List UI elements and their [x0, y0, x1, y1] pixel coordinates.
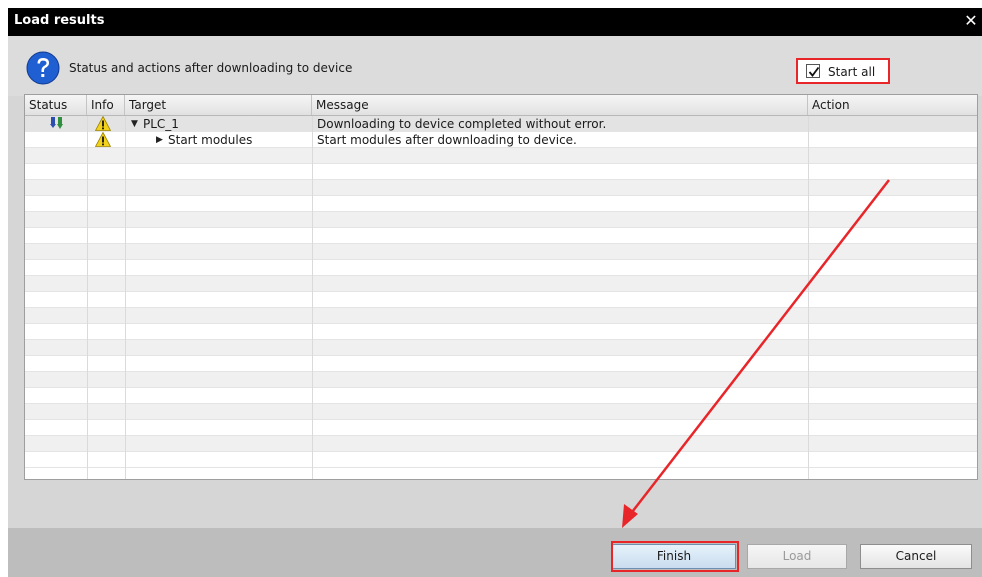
- load-button[interactable]: Load: [747, 544, 847, 569]
- empty-table-row: [25, 196, 977, 212]
- target-label: PLC_1: [143, 117, 179, 131]
- empty-table-row: [25, 388, 977, 404]
- dialog-title: Load results: [14, 13, 105, 28]
- empty-table-row: [25, 260, 977, 276]
- column-divider: [125, 116, 126, 479]
- column-header-status[interactable]: Status: [25, 95, 87, 115]
- empty-table-row: [25, 244, 977, 260]
- empty-table-row: [25, 164, 977, 180]
- start-all-checkbox[interactable]: [806, 64, 820, 78]
- empty-table-row: [25, 372, 977, 388]
- table-row[interactable]: ▼ PLC_1 Downloading to device completed …: [25, 116, 977, 132]
- empty-table-row: [25, 148, 977, 164]
- empty-table-row: [25, 292, 977, 308]
- cancel-button[interactable]: Cancel: [860, 544, 972, 569]
- column-divider: [87, 116, 88, 479]
- empty-table-row: [25, 228, 977, 244]
- empty-table-row: [25, 340, 977, 356]
- warning-icon: [95, 116, 111, 131]
- target-label: Start modules: [168, 133, 253, 147]
- finish-button[interactable]: Finish: [612, 544, 736, 569]
- message-text: Downloading to device completed without …: [317, 117, 607, 131]
- results-table: Status Info Target Message Action ▼ PLC_…: [24, 94, 978, 480]
- column-header-target[interactable]: Target: [125, 95, 312, 115]
- empty-table-row: [25, 420, 977, 436]
- load-results-dialog: Load results ✕ Status and actions after …: [8, 8, 982, 577]
- empty-table-row: [25, 404, 977, 420]
- download-icon: [50, 117, 63, 129]
- column-divider: [312, 116, 313, 479]
- start-all-label: Start all: [828, 65, 876, 79]
- title-bar: Load results ✕: [8, 8, 982, 36]
- question-icon: [26, 51, 60, 85]
- table-header: Status Info Target Message Action: [25, 95, 977, 116]
- dialog-footer: Finish Load Cancel: [8, 528, 982, 577]
- column-header-action[interactable]: Action: [808, 95, 977, 115]
- empty-table-row: [25, 324, 977, 340]
- expand-icon[interactable]: ▼: [131, 116, 138, 132]
- table-row[interactable]: ▶ Start modules Start modules after down…: [25, 132, 977, 148]
- message-text: Start modules after downloading to devic…: [317, 133, 577, 147]
- column-divider: [808, 116, 809, 479]
- checkmark-icon: [808, 66, 820, 77]
- empty-table-row: [25, 356, 977, 372]
- empty-table-row: [25, 180, 977, 196]
- empty-table-row: [25, 452, 977, 468]
- empty-table-row: [25, 436, 977, 452]
- empty-table-row: [25, 212, 977, 228]
- table-body: ▼ PLC_1 Downloading to device completed …: [25, 116, 977, 479]
- header-text: Status and actions after downloading to …: [69, 61, 353, 75]
- column-header-message[interactable]: Message: [312, 95, 808, 115]
- warning-icon: [95, 132, 111, 147]
- close-icon[interactable]: ✕: [962, 11, 980, 31]
- column-header-info[interactable]: Info: [87, 95, 125, 115]
- empty-table-row: [25, 276, 977, 292]
- expand-icon[interactable]: ▶: [156, 132, 163, 148]
- start-all-action[interactable]: Start all: [796, 58, 890, 84]
- empty-table-row: [25, 308, 977, 324]
